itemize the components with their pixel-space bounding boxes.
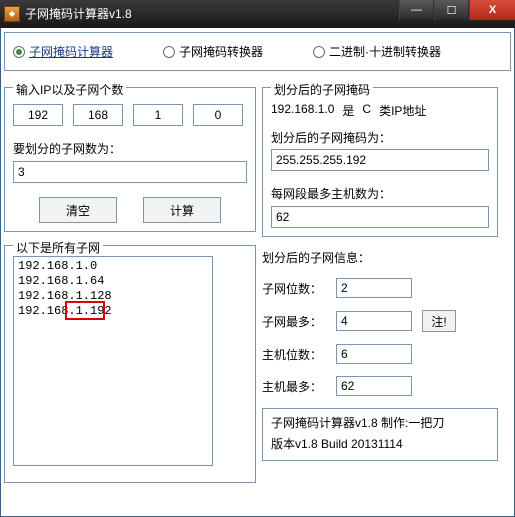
tab-binary[interactable]: 二进制·十进制转换器	[313, 43, 441, 60]
groupbox-label: 以下是所有子网	[13, 239, 103, 256]
ip-octet-4[interactable]	[193, 104, 243, 126]
label-subnet-max: 子网最多：	[262, 313, 326, 330]
ip-octet-2[interactable]	[73, 104, 123, 126]
label-subnet-bits: 子网位数：	[262, 280, 326, 297]
subnet-count-input[interactable]	[13, 161, 247, 183]
titlebar: ◆ 子网掩码计算器v1.8 — ☐ X	[0, 0, 515, 28]
about-line-2: 版本v1.8 Build 20131114	[271, 435, 489, 452]
label-host-bits: 主机位数：	[262, 346, 326, 363]
tab-converter[interactable]: 子网掩码转换器	[163, 43, 263, 60]
groupbox-input: 输入IP以及子网个数 要划分的子网数为： 清空 计算	[4, 87, 256, 232]
hosts-per-seg-output[interactable]	[271, 206, 489, 228]
about-line-1: 子网掩码计算器v1.8 制作:一把刀	[271, 414, 489, 431]
groupbox-all-subnets: 以下是所有子网 192.168.1.0 192.168.1.64 192.168…	[4, 245, 256, 483]
subnet-max-output[interactable]	[336, 311, 412, 331]
ip-octet-1[interactable]	[13, 104, 63, 126]
radio-icon	[13, 46, 25, 58]
label-host-max: 主机最多：	[262, 378, 326, 395]
label-result-info: 划分后的子网信息：	[262, 249, 498, 266]
radio-icon	[313, 46, 325, 58]
tab-bar: 子网掩码计算器 子网掩码转换器 二进制·十进制转换器	[4, 32, 511, 71]
host-bits-output[interactable]	[336, 344, 412, 364]
maximize-button[interactable]: ☐	[434, 0, 468, 20]
text-class-ip: 类IP地址	[379, 102, 426, 119]
compute-button[interactable]: 计算	[143, 197, 221, 223]
subnet-listbox[interactable]: 192.168.1.0 192.168.1.64 192.168.1.128 1…	[13, 256, 213, 466]
mask-output[interactable]	[271, 149, 489, 171]
clear-button[interactable]: 清空	[39, 197, 117, 223]
minimize-button[interactable]: —	[399, 0, 433, 20]
ip-octet-3[interactable]	[133, 104, 183, 126]
groupbox-result-mask: 划分后的子网掩码 192.168.1.0 是 C 类IP地址 划分后的子网掩码为…	[262, 87, 498, 237]
note-button[interactable]: 注!	[422, 310, 456, 332]
client-area: 子网掩码计算器 子网掩码转换器 二进制·十进制转换器 输入IP以及子网个数 要划…	[0, 28, 515, 517]
tab-label: 二进制·十进制转换器	[329, 43, 441, 60]
host-max-output[interactable]	[336, 376, 412, 396]
ip-class-letter: C	[362, 102, 371, 119]
tab-calculator[interactable]: 子网掩码计算器	[13, 43, 113, 60]
label-mask-after: 划分后的子网掩码为：	[271, 131, 391, 145]
groupbox-label: 输入IP以及子网个数	[13, 81, 126, 98]
window-title: 子网掩码计算器v1.8	[25, 5, 399, 22]
about-box: 子网掩码计算器v1.8 制作:一把刀 版本v1.8 Build 20131114	[262, 408, 498, 461]
label-subnet-count: 要划分的子网数为：	[13, 140, 247, 157]
close-button[interactable]: X	[469, 0, 515, 20]
radio-icon	[163, 46, 175, 58]
subnet-bits-output[interactable]	[336, 278, 412, 298]
tab-label: 子网掩码计算器	[29, 43, 113, 60]
text-is: 是	[342, 102, 354, 119]
ip-display: 192.168.1.0	[271, 102, 334, 119]
app-icon: ◆	[4, 6, 20, 22]
label-max-hosts: 每网段最多主机数为：	[271, 185, 489, 202]
tab-label: 子网掩码转换器	[179, 43, 263, 60]
groupbox-label: 划分后的子网掩码	[271, 81, 373, 98]
